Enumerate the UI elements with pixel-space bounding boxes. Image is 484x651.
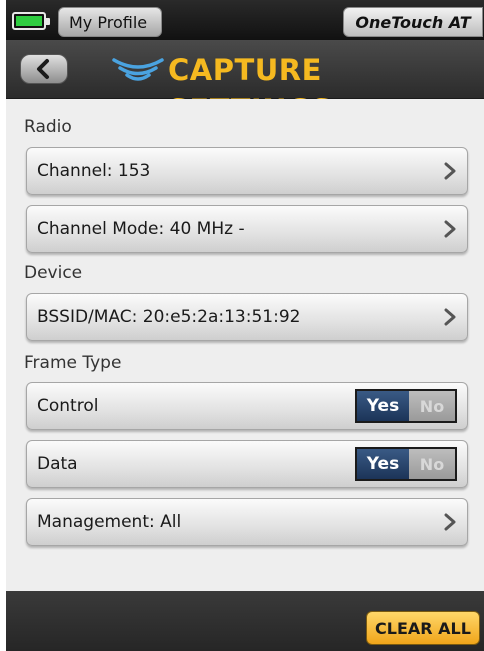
data-row: Data Yes No xyxy=(26,440,468,488)
chevron-right-icon xyxy=(444,162,456,180)
channel-row[interactable]: Channel: 153 xyxy=(26,147,468,195)
wifi-waves-icon xyxy=(112,58,164,81)
my-profile-button[interactable]: My Profile xyxy=(58,7,162,37)
bssid-row[interactable]: BSSID/MAC: 20:e5:2a:13:51:92 xyxy=(26,293,468,341)
bottom-bar: CLEAR ALL xyxy=(6,591,484,651)
toggle-no[interactable]: No xyxy=(409,391,455,421)
title-bar: CAPTURE SETTINGS xyxy=(6,40,484,127)
settings-content: Radio Channel: 153 Channel Mode: 40 MHz … xyxy=(6,99,484,591)
battery-icon xyxy=(12,12,50,30)
chevron-right-icon xyxy=(444,308,456,326)
capture-settings-screen: My Profile OneTouch AT CAPTURE SETTINGS … xyxy=(6,0,484,651)
chevron-right-icon xyxy=(444,513,456,531)
data-toggle[interactable]: Yes No xyxy=(355,447,457,481)
toggle-yes[interactable]: Yes xyxy=(357,449,409,479)
control-label: Control xyxy=(37,396,99,416)
data-label: Data xyxy=(37,454,78,474)
management-row[interactable]: Management: All xyxy=(26,498,468,546)
section-label-radio: Radio xyxy=(24,117,72,137)
management-label: Management: All xyxy=(37,512,182,532)
onetouch-at-button[interactable]: OneTouch AT xyxy=(343,7,483,37)
section-label-frame-type: Frame Type xyxy=(24,353,122,373)
control-toggle[interactable]: Yes No xyxy=(355,389,457,423)
toggle-no[interactable]: No xyxy=(409,449,455,479)
control-row: Control Yes No xyxy=(26,382,468,430)
clear-all-button[interactable]: CLEAR ALL xyxy=(366,611,480,645)
toggle-yes[interactable]: Yes xyxy=(357,391,409,421)
section-label-device: Device xyxy=(24,263,83,283)
back-button[interactable] xyxy=(20,54,68,84)
status-bar: My Profile OneTouch AT xyxy=(6,0,484,40)
bssid-label: BSSID/MAC: 20:e5:2a:13:51:92 xyxy=(37,307,301,327)
channel-mode-row[interactable]: Channel Mode: 40 MHz - xyxy=(26,205,468,253)
channel-mode-label: Channel Mode: 40 MHz - xyxy=(37,219,245,239)
channel-label: Channel: 153 xyxy=(37,161,151,181)
chevron-right-icon xyxy=(444,220,456,238)
chevron-left-icon xyxy=(37,59,49,79)
page-title: CAPTURE SETTINGS xyxy=(168,53,332,127)
